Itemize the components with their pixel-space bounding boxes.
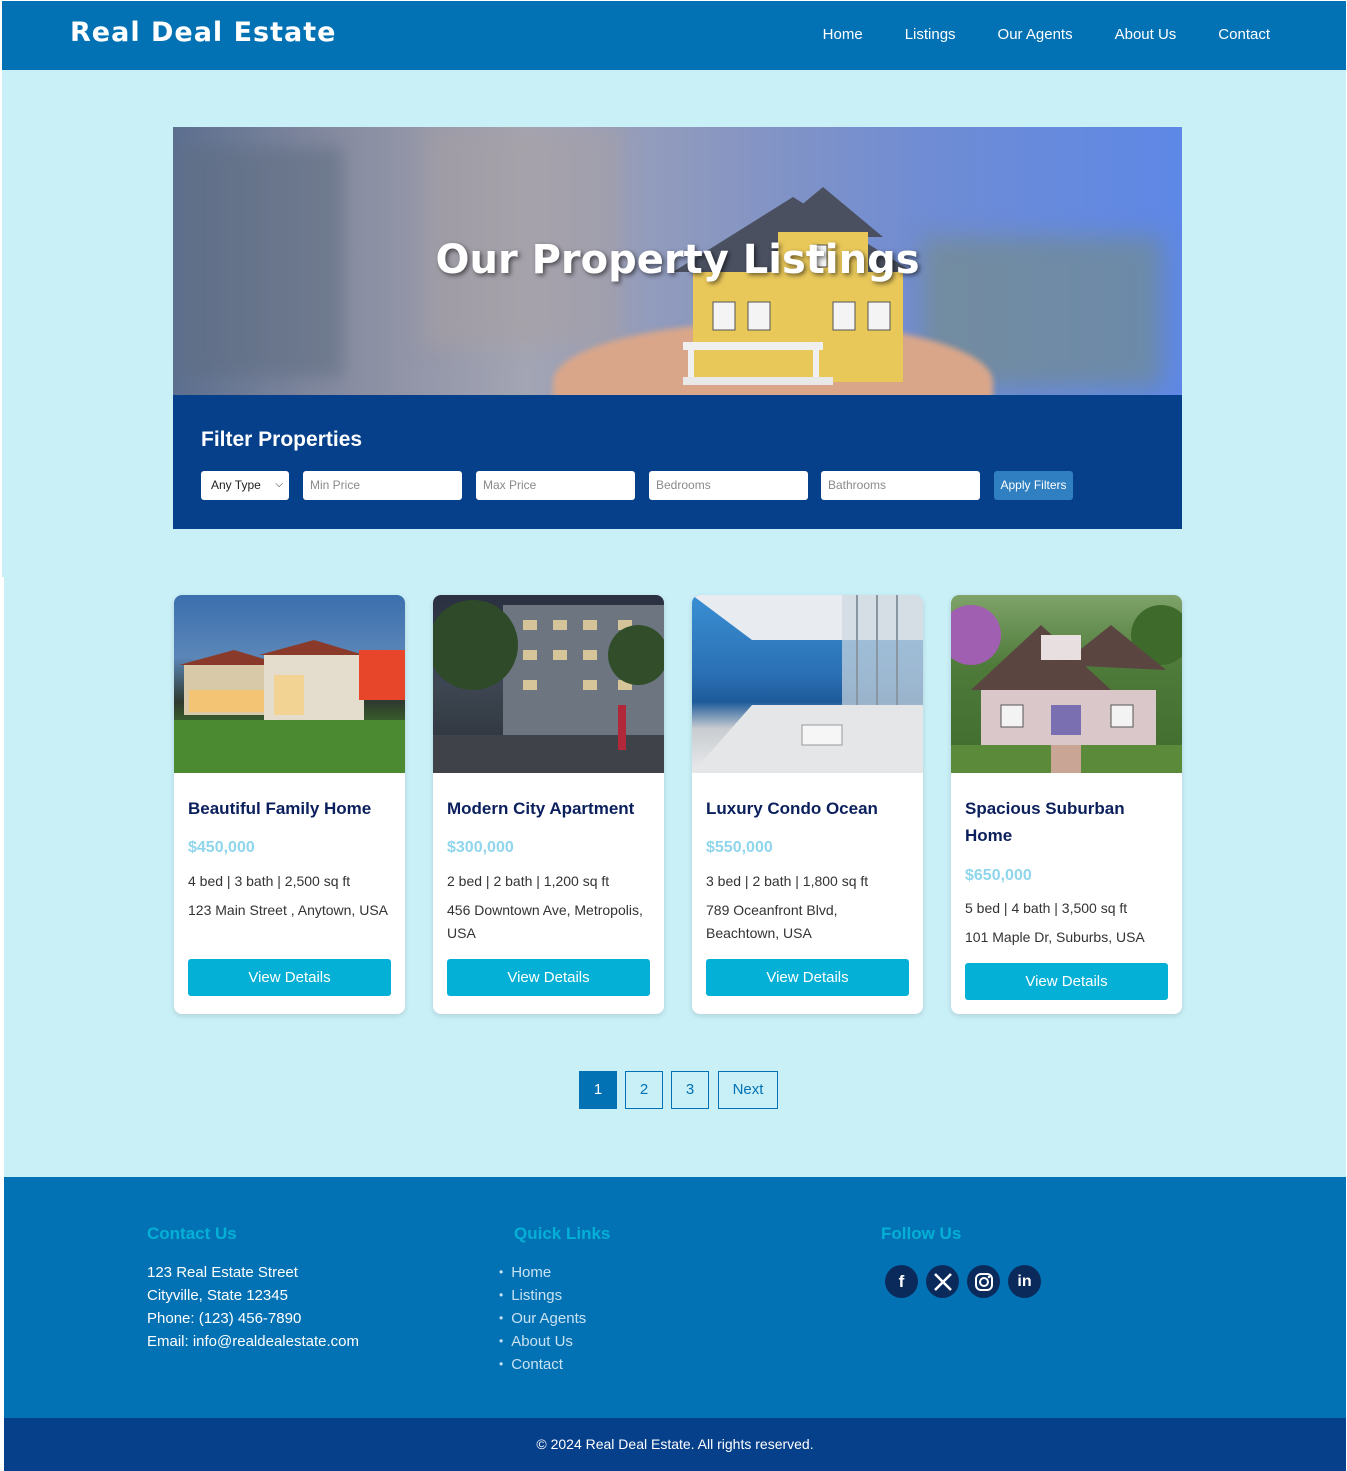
listing-title: Spacious Suburban Home — [965, 799, 1125, 845]
listing-title: Luxury Condo Ocean — [706, 799, 878, 818]
property-type-select[interactable]: Any Type ⌵ — [201, 471, 289, 500]
listing-title: Modern City Apartment — [447, 799, 635, 818]
listing-card: Spacious Suburban Home $650,000 5 bed | … — [951, 595, 1182, 1014]
site-logo[interactable]: Real Deal Estate — [70, 17, 336, 48]
page-title: Our Property Listings — [435, 237, 920, 283]
listing-image — [692, 595, 923, 773]
footer-phone: Phone: (123) 456-7890 — [147, 1310, 302, 1327]
min-price-input[interactable]: Min Price — [303, 471, 462, 500]
listing-address: 789 Oceanfront Blvd, Beachtown, USA — [706, 902, 838, 941]
nav-our-agents[interactable]: Our Agents — [998, 26, 1073, 43]
page-1-button[interactable]: 1 — [579, 1071, 617, 1109]
instagram-icon[interactable] — [967, 1265, 1000, 1298]
main-nav: Home Listings Our Agents About Us Contac… — [781, 26, 1270, 43]
footer-follow-heading: Follow Us — [881, 1224, 962, 1243]
footer-link-contact[interactable]: Contact — [499, 1356, 586, 1379]
listing-address: 123 Main Street , Anytown, USA — [188, 902, 388, 918]
footer-link-our-agents[interactable]: Our Agents — [499, 1310, 586, 1333]
listing-specs: 3 bed | 2 bath | 1,800 sq ft — [706, 873, 869, 889]
bathrooms-input[interactable]: Bathrooms — [821, 471, 980, 500]
page-3-button[interactable]: 3 — [671, 1071, 709, 1109]
listing-price: $450,000 — [188, 839, 255, 856]
listing-price: $300,000 — [447, 839, 514, 856]
nav-home[interactable]: Home — [823, 26, 863, 43]
view-details-button[interactable]: View Details — [188, 959, 391, 996]
footer-copyright: © 2024 Real Deal Estate. All rights rese… — [4, 1418, 1346, 1471]
x-icon[interactable] — [926, 1265, 959, 1298]
page-2-button[interactable]: 2 — [625, 1071, 663, 1109]
view-details-button[interactable]: View Details — [447, 959, 650, 996]
listing-card: Modern City Apartment $300,000 2 bed | 2… — [433, 595, 664, 1014]
property-type-value: Any Type — [211, 478, 261, 492]
bedrooms-input[interactable]: Bedrooms — [649, 471, 808, 500]
listing-price: $550,000 — [706, 839, 773, 856]
filter-title: Filter Properties — [201, 428, 363, 451]
footer-link-home[interactable]: Home — [499, 1264, 586, 1287]
footer-link-about-us[interactable]: About Us — [499, 1333, 586, 1356]
listing-card: Luxury Condo Ocean $550,000 3 bed | 2 ba… — [692, 595, 923, 1014]
next-page-button[interactable]: Next — [718, 1071, 778, 1109]
listing-address: 101 Maple Dr, Suburbs, USA — [965, 929, 1145, 945]
listing-specs: 4 bed | 3 bath | 2,500 sq ft — [188, 873, 351, 889]
site-footer: Contact Us 123 Real Estate Street Cityvi… — [4, 1177, 1346, 1418]
footer-city: Cityville, State 12345 — [147, 1287, 288, 1304]
listing-specs: 5 bed | 4 bath | 3,500 sq ft — [965, 900, 1128, 916]
listing-address: 456 Downtown Ave, Metropolis, USA — [447, 902, 643, 941]
house-model-image — [673, 187, 913, 385]
footer-contact-heading: Contact Us — [147, 1224, 237, 1243]
filter-panel: Filter Properties Any Type ⌵ Min Price M… — [173, 395, 1182, 529]
nav-contact[interactable]: Contact — [1218, 26, 1270, 43]
view-details-button[interactable]: View Details — [965, 963, 1168, 1000]
listing-card: Beautiful Family Home $450,000 4 bed | 3… — [174, 595, 405, 1014]
view-details-button[interactable]: View Details — [706, 959, 909, 996]
apply-filters-button[interactable]: Apply Filters — [994, 471, 1073, 500]
linkedin-icon[interactable]: in — [1008, 1265, 1041, 1298]
listing-specs: 2 bed | 2 bath | 1,200 sq ft — [447, 873, 610, 889]
nav-listings[interactable]: Listings — [905, 26, 956, 43]
listing-price: $650,000 — [965, 867, 1032, 884]
footer-quick-links: Home Listings Our Agents About Us Contac… — [499, 1264, 586, 1379]
chevron-down-icon: ⌵ — [275, 479, 283, 490]
footer-link-listings[interactable]: Listings — [499, 1287, 586, 1310]
nav-about-us[interactable]: About Us — [1115, 26, 1177, 43]
facebook-icon[interactable]: f — [885, 1265, 918, 1298]
max-price-input[interactable]: Max Price — [476, 471, 635, 500]
footer-street: 123 Real Estate Street — [147, 1264, 298, 1281]
listing-image — [433, 595, 664, 773]
listing-image — [951, 595, 1182, 773]
footer-email: Email: info@realdealestate.com — [147, 1333, 359, 1350]
listing-image — [174, 595, 405, 773]
site-header: Real Deal Estate Home Listings Our Agent… — [2, 1, 1346, 70]
hero-banner: Our Property Listings — [173, 127, 1182, 395]
listing-title: Beautiful Family Home — [188, 799, 372, 818]
footer-quick-links-heading: Quick Links — [514, 1224, 611, 1243]
